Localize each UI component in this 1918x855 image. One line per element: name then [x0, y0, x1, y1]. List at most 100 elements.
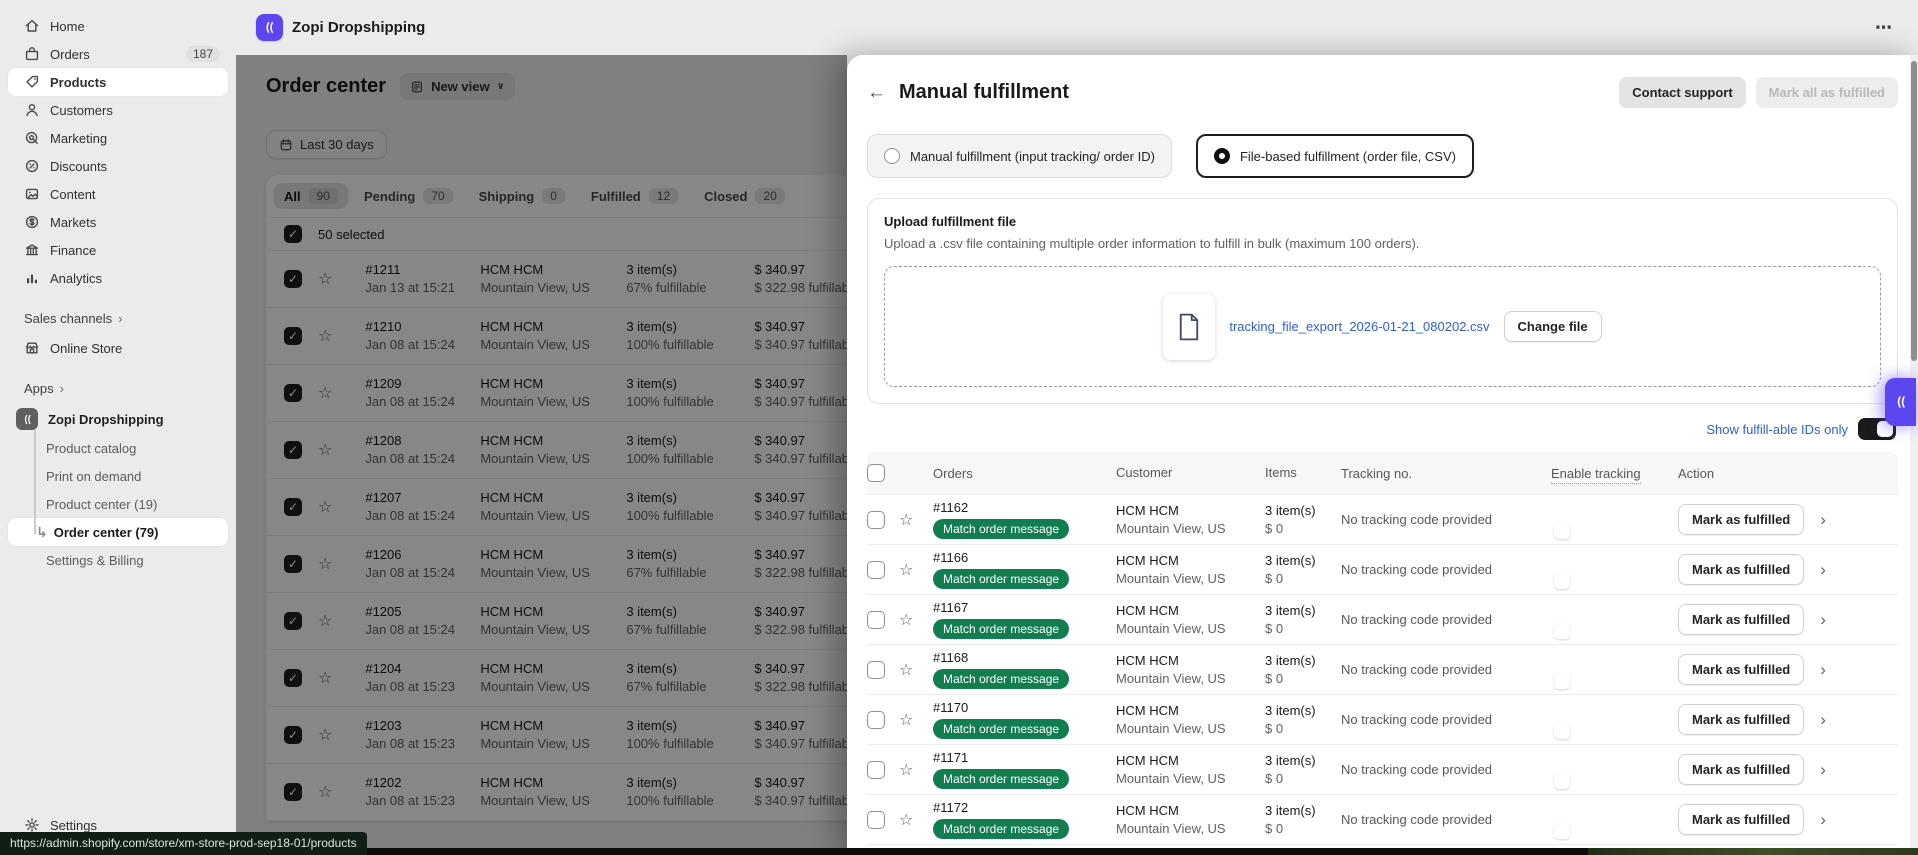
chevron-right-icon[interactable]: ›: [1820, 510, 1826, 530]
mark-as-fulfilled-button[interactable]: Mark as fulfilled: [1678, 504, 1804, 535]
sidebar-item-order-center[interactable]: ↳ Order center (79): [8, 518, 228, 546]
date-range-filter[interactable]: Last 30 days: [266, 130, 387, 159]
modal-scrollbar-thumb[interactable]: [1911, 61, 1917, 361]
row-checkbox[interactable]: ✓: [284, 327, 302, 345]
chevron-right-icon[interactable]: ›: [1820, 560, 1826, 580]
mark-all-as-fulfilled-button[interactable]: Mark all as fulfilled: [1756, 77, 1898, 108]
more-options-icon[interactable]: ⋯: [1875, 18, 1894, 38]
chevron-right-icon[interactable]: ›: [1820, 610, 1826, 630]
row-checkbox[interactable]: [867, 811, 885, 829]
order-status-tab[interactable]: Shipping 0: [469, 183, 575, 209]
sidebar-item-home[interactable]: Home: [8, 12, 228, 40]
mark-as-fulfilled-button[interactable]: Mark as fulfilled: [1678, 604, 1804, 635]
chevron-right-icon[interactable]: ›: [1820, 810, 1826, 830]
order-row[interactable]: ✓ ☆ #1204Jan 08 at 15:23 HCM HCMMountain…: [266, 650, 847, 707]
star-icon[interactable]: ☆: [318, 440, 332, 460]
star-icon[interactable]: ☆: [899, 760, 933, 780]
row-checkbox[interactable]: ✓: [284, 555, 302, 573]
row-checkbox[interactable]: ✓: [284, 726, 302, 744]
order-status-tab[interactable]: All 90: [274, 183, 348, 209]
sidebar-item-orders[interactable]: Orders 187: [8, 40, 228, 68]
back-arrow-icon[interactable]: ←: [867, 82, 886, 104]
mark-as-fulfilled-button[interactable]: Mark as fulfilled: [1678, 804, 1804, 835]
order-row[interactable]: ✓ ☆ #1203Jan 08 at 15:23 HCM HCMMountain…: [266, 707, 847, 764]
sidebar-item-product-center[interactable]: Product center (19): [8, 490, 228, 518]
order-status-tab[interactable]: Pending 70: [354, 183, 463, 209]
order-status-tab[interactable]: Closed 20: [694, 183, 795, 209]
star-icon[interactable]: ☆: [318, 668, 332, 688]
show-fulfillable-only-label[interactable]: Show fulfill-able IDs only: [1706, 422, 1848, 437]
row-checkbox[interactable]: [867, 561, 885, 579]
sidebar-item-zopi-app[interactable]: Zopi Dropshipping: [8, 404, 228, 434]
select-all-checkbox[interactable]: [867, 464, 885, 482]
apps-header[interactable]: Apps ›: [8, 376, 228, 400]
row-checkbox[interactable]: ✓: [284, 669, 302, 687]
order-row[interactable]: ✓ ☆ #1205Jan 08 at 15:24 HCM HCMMountain…: [266, 593, 847, 650]
sidebar-item-discounts[interactable]: Discounts: [8, 152, 228, 180]
order-row[interactable]: ✓ ☆ #1211Jan 13 at 15:21 HCM HCMMountain…: [266, 251, 847, 308]
option-manual-fulfillment[interactable]: Manual fulfillment (input tracking/ orde…: [867, 134, 1172, 178]
row-checkbox[interactable]: ✓: [284, 441, 302, 459]
file-dropzone[interactable]: tracking_file_export_2026-01-21_080202.c…: [884, 266, 1881, 387]
star-icon[interactable]: ☆: [318, 611, 332, 631]
star-icon[interactable]: ☆: [899, 510, 933, 530]
zopi-floating-widget[interactable]: [1885, 378, 1916, 426]
sidebar-item-marketing[interactable]: Marketing: [8, 124, 228, 152]
view-selector[interactable]: New view ∨: [400, 73, 515, 100]
sidebar-item-content[interactable]: Content: [8, 180, 228, 208]
row-checkbox[interactable]: [867, 661, 885, 679]
sidebar-item-customers[interactable]: Customers: [8, 96, 228, 124]
star-icon[interactable]: ☆: [318, 554, 332, 574]
row-checkbox[interactable]: [867, 761, 885, 779]
star-icon[interactable]: ☆: [318, 497, 332, 517]
order-row[interactable]: ✓ ☆ #1209Jan 08 at 15:24 HCM HCMMountain…: [266, 365, 847, 422]
order-row[interactable]: ✓ ☆ #1210Jan 08 at 15:24 HCM HCMMountain…: [266, 308, 847, 365]
mark-as-fulfilled-button[interactable]: Mark as fulfilled: [1678, 754, 1804, 785]
star-icon[interactable]: ☆: [318, 269, 332, 289]
change-file-button[interactable]: Change file: [1504, 311, 1602, 342]
sidebar-item-product-catalog[interactable]: Product catalog: [8, 434, 228, 462]
star-icon[interactable]: ☆: [318, 383, 332, 403]
chevron-right-icon[interactable]: ›: [1820, 760, 1826, 780]
mark-as-fulfilled-button[interactable]: Mark as fulfilled: [1678, 554, 1804, 585]
sidebar-item-print-on-demand[interactable]: Print on demand: [8, 462, 228, 490]
sidebar-item-settings-billing[interactable]: Settings & Billing: [8, 546, 228, 574]
option-file-based-fulfillment[interactable]: File-based fulfillment (order file, CSV): [1196, 134, 1474, 178]
chevron-right-icon[interactable]: ›: [1820, 710, 1826, 730]
modal-scrollbar-track[interactable]: [1910, 55, 1918, 848]
star-icon[interactable]: ☆: [899, 610, 933, 630]
uploaded-file-link[interactable]: tracking_file_export_2026-01-21_080202.c…: [1229, 319, 1489, 334]
order-row[interactable]: ✓ ☆ #1206Jan 08 at 15:24 HCM HCMMountain…: [266, 536, 847, 593]
row-checkbox[interactable]: ✓: [284, 612, 302, 630]
star-icon[interactable]: ☆: [318, 782, 332, 802]
row-checkbox[interactable]: [867, 711, 885, 729]
sidebar-item-markets[interactable]: Markets: [8, 208, 228, 236]
row-checkbox[interactable]: [867, 511, 885, 529]
mark-as-fulfilled-button[interactable]: Mark as fulfilled: [1678, 704, 1804, 735]
contact-support-button[interactable]: Contact support: [1619, 77, 1745, 108]
star-icon[interactable]: ☆: [899, 660, 933, 680]
select-all-checkbox[interactable]: ✓: [284, 225, 302, 243]
mark-as-fulfilled-button[interactable]: Mark as fulfilled: [1678, 654, 1804, 685]
star-icon[interactable]: ☆: [899, 710, 933, 730]
sidebar-item-analytics[interactable]: Analytics: [8, 264, 228, 292]
row-checkbox[interactable]: ✓: [284, 270, 302, 288]
order-row[interactable]: ✓ ☆ #1207Jan 08 at 15:24 HCM HCMMountain…: [266, 479, 847, 536]
star-icon[interactable]: ☆: [899, 810, 933, 830]
row-checkbox[interactable]: ✓: [284, 783, 302, 801]
row-checkbox[interactable]: ✓: [284, 498, 302, 516]
star-icon[interactable]: ☆: [318, 326, 332, 346]
sidebar-item-products[interactable]: Products: [8, 68, 228, 96]
sales-channels-header[interactable]: Sales channels ›: [8, 306, 228, 330]
order-row[interactable]: ✓ ☆ #1202Jan 08 at 15:23 HCM HCMMountain…: [266, 764, 847, 821]
order-row[interactable]: ✓ ☆ #1208Jan 08 at 15:24 HCM HCMMountain…: [266, 422, 847, 479]
sidebar-item-finance[interactable]: Finance: [8, 236, 228, 264]
chevron-right-icon[interactable]: ›: [1820, 660, 1826, 680]
order-status-tab[interactable]: Fulfilled 12: [581, 183, 688, 209]
star-icon[interactable]: ☆: [899, 560, 933, 580]
row-checkbox[interactable]: ✓: [284, 384, 302, 402]
sidebar-item-online-store[interactable]: Online Store: [8, 334, 228, 362]
manual-fulfillment-panel: ← Manual fulfillment Contact support Mar…: [847, 55, 1918, 855]
row-checkbox[interactable]: [867, 611, 885, 629]
star-icon[interactable]: ☆: [318, 725, 332, 745]
